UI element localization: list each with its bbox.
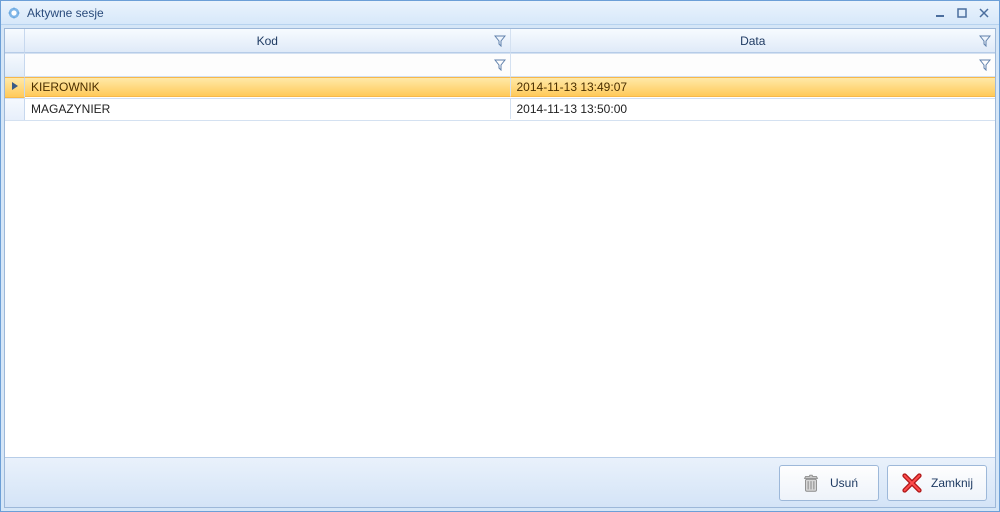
button-label: Zamknij [931,476,973,490]
close-window-button[interactable] [975,5,993,21]
table-row[interactable]: MAGAZYNIER 2014-11-13 13:50:00 [5,99,995,121]
table-row[interactable]: KIEROWNIK 2014-11-13 13:49:07 [5,77,995,99]
cell-kod: KIEROWNIK [25,77,511,97]
cell-text: KIEROWNIK [31,80,100,94]
app-icon [7,6,21,20]
row-indicator [5,99,25,120]
funnel-icon[interactable] [494,59,506,71]
grid-header-row: Kod Data [5,29,995,54]
column-header-data[interactable]: Data [511,29,996,53]
filter-cell-data[interactable] [511,54,996,76]
row-indicator [5,77,25,98]
close-icon [901,472,923,494]
grid-filter-row [5,54,995,77]
column-header-label: Data [740,34,765,48]
trash-icon [800,472,822,494]
filter-cell-kod[interactable] [25,54,511,76]
titlebar[interactable]: Aktywne sesje [1,1,999,25]
row-indicator-header [5,29,25,53]
funnel-icon[interactable] [979,35,991,47]
window-title: Aktywne sesje [27,6,104,20]
cell-text: 2014-11-13 13:50:00 [517,102,628,116]
funnel-icon[interactable] [979,59,991,71]
row-indicator-filter [5,54,25,76]
cell-data: 2014-11-13 13:49:07 [511,77,996,97]
window: Aktywne sesje Kod Data [0,0,1000,512]
data-grid: Kod Data [5,29,995,457]
cell-text: MAGAZYNIER [31,102,110,116]
footer: Usuń Zamknij [5,457,995,507]
cell-text: 2014-11-13 13:49:07 [517,80,628,94]
minimize-button[interactable] [931,5,949,21]
content-area: Kod Data [4,28,996,508]
current-row-arrow-icon [11,82,19,93]
funnel-icon[interactable] [494,35,506,47]
button-label: Usuń [830,476,858,490]
cell-data: 2014-11-13 13:50:00 [511,99,996,119]
column-header-label: Kod [257,34,278,48]
delete-button[interactable]: Usuń [779,465,879,501]
maximize-button[interactable] [953,5,971,21]
close-button[interactable]: Zamknij [887,465,987,501]
column-header-kod[interactable]: Kod [25,29,511,53]
grid-body[interactable]: KIEROWNIK 2014-11-13 13:49:07 MAGAZYNIER… [5,77,995,457]
cell-kod: MAGAZYNIER [25,99,511,119]
